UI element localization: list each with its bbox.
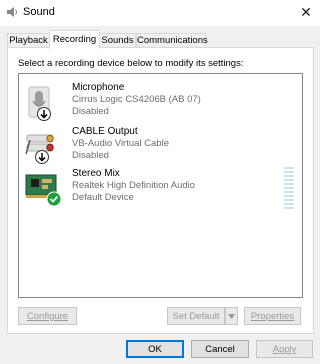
device-list[interactable]: Microphone Cirrus Logic CS4206B (AB 07) … bbox=[18, 73, 303, 298]
device-name: CABLE Output bbox=[72, 126, 138, 137]
device-item-microphone[interactable]: Microphone Cirrus Logic CS4206B (AB 07) … bbox=[21, 80, 300, 126]
device-item-cable-output[interactable]: CABLE Output VB-Audio Virtual Cable Disa… bbox=[21, 124, 300, 170]
sound-card-icon bbox=[25, 174, 62, 207]
configure-button[interactable]: Configure bbox=[18, 307, 77, 325]
tab-recording[interactable]: Recording bbox=[49, 30, 100, 49]
device-name: Stereo Mix bbox=[72, 168, 120, 179]
microphone-icon bbox=[28, 86, 51, 121]
device-status: Disabled bbox=[72, 150, 109, 161]
instruction-text: Select a recording device below to modif… bbox=[18, 58, 244, 69]
cancel-button[interactable]: Cancel bbox=[191, 340, 249, 358]
apply-button[interactable]: Apply bbox=[256, 340, 313, 358]
device-name: Microphone bbox=[72, 82, 125, 93]
device-driver: Realtek High Definition Audio bbox=[72, 180, 196, 191]
chevron-down-icon bbox=[228, 314, 235, 319]
device-status: Disabled bbox=[72, 106, 109, 117]
device-status: Default Device bbox=[72, 192, 134, 203]
ok-button[interactable]: OK bbox=[126, 340, 184, 358]
level-meter bbox=[284, 167, 294, 209]
device-driver: Cirrus Logic CS4206B (AB 07) bbox=[72, 94, 201, 105]
tab-playback[interactable]: Playback bbox=[7, 33, 50, 48]
set-default-button[interactable]: Set Default bbox=[167, 307, 225, 325]
tab-sounds[interactable]: Sounds bbox=[99, 33, 136, 48]
device-driver: VB-Audio Virtual Cable bbox=[72, 138, 169, 149]
speaker-icon bbox=[7, 7, 17, 17]
window-title: Sound bbox=[23, 6, 55, 18]
audio-jack-icon bbox=[25, 134, 54, 164]
close-button[interactable]: ✕ bbox=[292, 0, 320, 26]
set-default-dropdown[interactable] bbox=[225, 307, 238, 325]
tab-communications[interactable]: Communications bbox=[136, 33, 208, 48]
device-item-stereo-mix[interactable]: Stereo Mix Realtek High Definition Audio… bbox=[21, 166, 300, 212]
properties-button[interactable]: Properties bbox=[244, 307, 301, 325]
